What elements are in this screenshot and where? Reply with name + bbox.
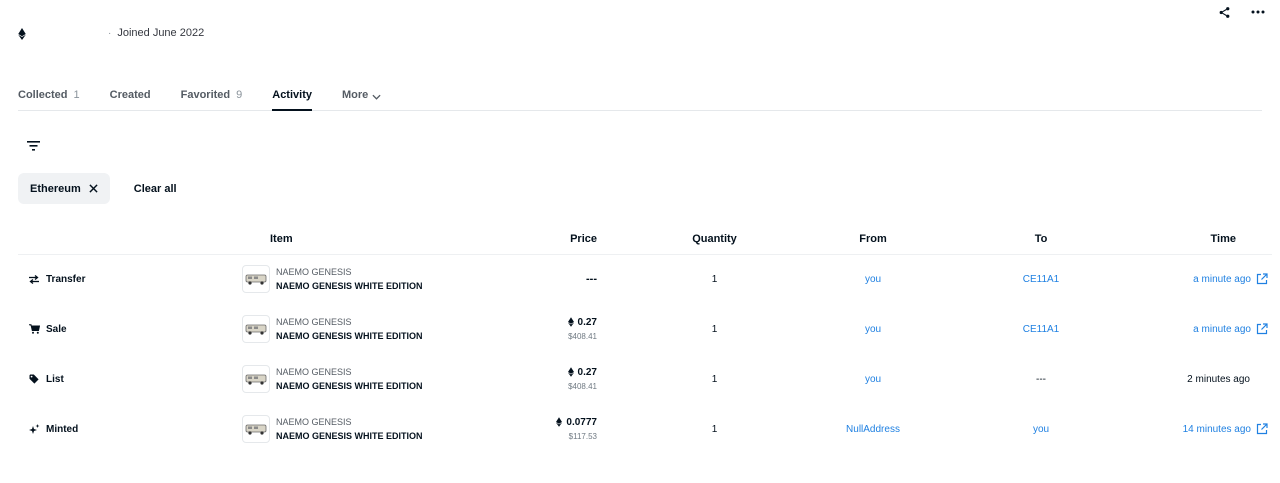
item-thumbnail[interactable] xyxy=(242,365,270,393)
header-price: Price xyxy=(570,232,597,245)
filter-chip-ethereum[interactable]: Ethereum xyxy=(18,173,110,204)
from-link[interactable]: NullAddress xyxy=(846,424,900,435)
sparkle-icon xyxy=(28,423,40,435)
tab-more[interactable]: More xyxy=(342,80,381,111)
filter-button[interactable] xyxy=(24,138,42,154)
tab-created[interactable]: Created xyxy=(110,80,151,111)
active-filters: Ethereum Clear all xyxy=(18,173,177,204)
price-usd: $408.41 xyxy=(568,332,597,342)
price-value: 0.0777 xyxy=(556,417,597,428)
time-link[interactable]: a minute ago xyxy=(1193,323,1268,335)
ethereum-icon xyxy=(567,367,574,378)
ethereum-icon xyxy=(18,27,26,40)
from-link[interactable]: you xyxy=(865,274,881,285)
price-value: 0.27 xyxy=(567,367,597,378)
header-item: Item xyxy=(270,232,293,245)
tab-activity[interactable]: Activity xyxy=(272,80,312,111)
clear-all-button[interactable]: Clear all xyxy=(134,183,177,195)
to-link[interactable]: CE11A1 xyxy=(1023,324,1060,335)
event-type: Minted xyxy=(46,423,79,435)
quantity-value: 1 xyxy=(711,323,718,335)
table-row[interactable]: Sale NAEMO GENESIS NAEMO GENESIS WHITE E… xyxy=(18,304,1272,354)
header-event xyxy=(18,224,242,254)
share-icon[interactable] xyxy=(1216,4,1232,20)
table-row[interactable]: Minted NAEMO GENESIS NAEMO GENESIS WHITE… xyxy=(18,404,1272,454)
external-link-icon xyxy=(1256,323,1268,335)
joined-date: Joined June 2022 xyxy=(117,27,205,39)
header-to: To xyxy=(1034,232,1048,245)
time-link[interactable]: a minute ago xyxy=(1193,273,1268,285)
price-usd: $117.53 xyxy=(568,432,597,442)
collection-name[interactable]: NAEMO GENESIS xyxy=(276,415,423,429)
item-name[interactable]: NAEMO GENESIS WHITE EDITION xyxy=(276,429,423,443)
tab-collected[interactable]: Collected 1 xyxy=(18,80,80,111)
header-from: From xyxy=(859,232,887,245)
tab-favorited[interactable]: Favorited 9 xyxy=(181,80,243,111)
collection-name[interactable]: NAEMO GENESIS xyxy=(276,265,423,279)
item-name[interactable]: NAEMO GENESIS WHITE EDITION xyxy=(276,379,423,393)
ethereum-icon xyxy=(556,417,563,428)
item-name[interactable]: NAEMO GENESIS WHITE EDITION xyxy=(276,279,423,293)
tag-icon xyxy=(28,373,40,385)
header-quantity: Quantity xyxy=(692,232,737,245)
cart-icon xyxy=(28,323,40,335)
quantity-value: 1 xyxy=(711,423,718,435)
more-options-icon[interactable] xyxy=(1250,4,1266,20)
table-row[interactable]: List NAEMO GENESIS NAEMO GENESIS WHITE E… xyxy=(18,354,1272,404)
event-type: List xyxy=(46,373,64,385)
item-thumbnail[interactable] xyxy=(242,265,270,294)
external-link-icon xyxy=(1256,273,1268,285)
item-thumbnail[interactable] xyxy=(242,415,270,443)
separator-dot: · xyxy=(108,27,112,39)
event-type: Transfer xyxy=(46,273,86,285)
from-link[interactable]: you xyxy=(865,324,881,335)
quantity-value: 1 xyxy=(711,273,718,285)
header-time: Time xyxy=(1210,232,1236,245)
price-usd: $408.41 xyxy=(568,382,597,392)
to-link[interactable]: you xyxy=(1033,424,1049,435)
collection-name[interactable]: NAEMO GENESIS xyxy=(276,315,423,329)
wallet-address[interactable] xyxy=(30,27,102,39)
profile-tabs: Collected 1 Created Favorited 9 Activity M… xyxy=(18,80,1262,111)
close-icon[interactable] xyxy=(89,184,98,193)
item-name[interactable]: NAEMO GENESIS WHITE EDITION xyxy=(276,329,423,343)
filter-icon xyxy=(26,141,40,151)
to-link[interactable]: CE11A1 xyxy=(1023,274,1060,285)
time-link[interactable]: 14 minutes ago xyxy=(1183,423,1268,435)
external-link-icon xyxy=(1256,423,1268,435)
to-value: --- xyxy=(1036,373,1046,385)
event-type: Sale xyxy=(46,323,67,335)
table-row[interactable]: Transfer NAEMO GENESIS NAEMO GENESIS WHI… xyxy=(18,254,1272,304)
item-thumbnail[interactable] xyxy=(242,315,270,343)
collection-name[interactable]: NAEMO GENESIS xyxy=(276,365,423,379)
time-value: 2 minutes ago xyxy=(1187,373,1250,385)
top-actions xyxy=(1216,4,1266,20)
quantity-value: 1 xyxy=(711,373,718,385)
from-link[interactable]: you xyxy=(865,374,881,385)
activity-table: Item Price Quantity From To Time Transfe… xyxy=(18,224,1272,454)
ethereum-icon xyxy=(567,317,574,328)
chevron-down-icon xyxy=(372,91,381,103)
table-header: Item Price Quantity From To Time xyxy=(18,224,1272,254)
price-value: 0.27 xyxy=(567,317,597,328)
price-value: --- xyxy=(586,273,597,286)
profile-meta: · Joined June 2022 xyxy=(18,26,204,40)
transfer-icon xyxy=(28,273,40,285)
